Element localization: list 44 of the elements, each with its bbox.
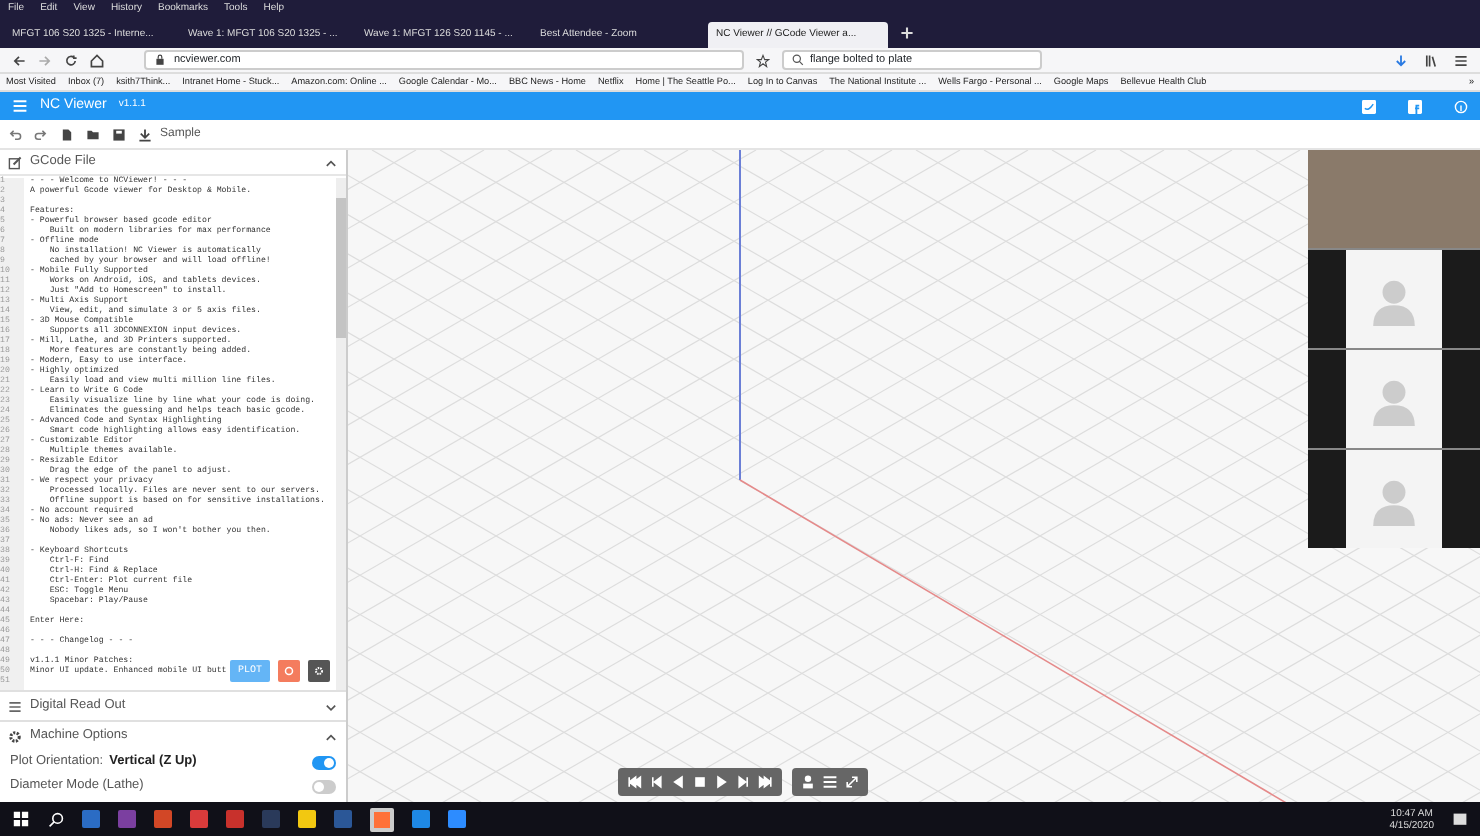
toggle-switch[interactable] [312, 755, 336, 769]
chevron-down-icon[interactable] [324, 699, 338, 713]
library-icon[interactable] [1424, 53, 1438, 67]
redo-icon[interactable] [34, 127, 48, 141]
settings-icon [8, 729, 22, 743]
lock-icon [154, 54, 166, 66]
settings-button[interactable] [308, 660, 330, 682]
chevron-up-icon[interactable] [324, 155, 338, 169]
scrollbar-thumb[interactable] [336, 198, 346, 338]
settings-icon [314, 666, 324, 676]
menu-icon[interactable] [1454, 53, 1468, 67]
chevron-up-icon[interactable] [324, 729, 338, 743]
play-back-icon[interactable] [670, 774, 686, 790]
step-forward-icon[interactable] [736, 774, 752, 790]
skip-end-icon[interactable] [758, 774, 774, 790]
star-icon[interactable] [756, 53, 770, 67]
person-icon[interactable] [800, 774, 816, 790]
letter-f-icon[interactable] [1408, 99, 1422, 113]
new-file-icon[interactable] [60, 127, 74, 141]
skip-start-icon[interactable] [626, 774, 642, 790]
search-icon[interactable] [48, 811, 64, 827]
stop-icon[interactable] [692, 774, 708, 790]
reload-icon[interactable] [64, 53, 78, 67]
reset-button[interactable] [278, 660, 300, 682]
windows-icon[interactable] [12, 810, 30, 828]
folder-icon[interactable] [86, 127, 100, 141]
undo-icon[interactable] [8, 127, 22, 141]
edit-icon [8, 155, 22, 169]
plus-icon[interactable] [900, 26, 914, 40]
home-icon[interactable] [90, 53, 104, 67]
list-icon[interactable] [822, 774, 838, 790]
download-icon[interactable] [1394, 53, 1408, 67]
circle-icon [284, 666, 294, 676]
step-back-icon[interactable] [648, 774, 664, 790]
play-icon[interactable] [714, 774, 730, 790]
download-icon [138, 127, 152, 141]
taskbar-app-icon[interactable] [370, 807, 394, 831]
info-icon[interactable] [1454, 99, 1468, 113]
list-icon [8, 699, 22, 713]
back-icon[interactable] [12, 53, 26, 67]
notification-icon[interactable] [1452, 811, 1468, 827]
save-icon[interactable] [112, 127, 126, 141]
expand-icon[interactable] [844, 774, 860, 790]
toggle-switch[interactable] [312, 779, 336, 793]
